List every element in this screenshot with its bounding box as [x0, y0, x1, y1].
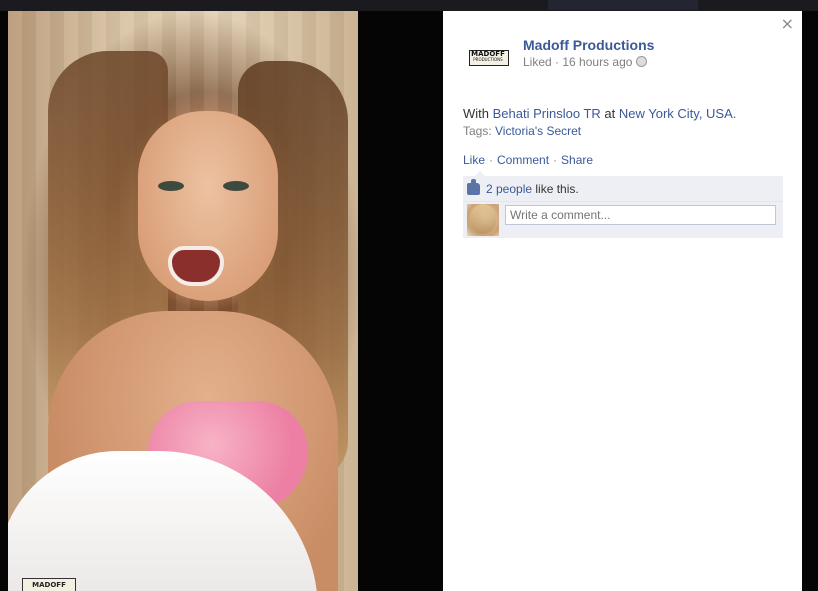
tags-line: Tags: Victoria's Secret: [463, 124, 581, 138]
comment-input[interactable]: [505, 205, 776, 225]
close-icon[interactable]: ×: [781, 16, 794, 32]
likes-suffix: like this.: [532, 182, 579, 196]
post-actions: Like · Comment · Share: [463, 153, 593, 167]
globe-icon: [636, 56, 648, 67]
action-separator: ·: [553, 153, 558, 167]
like-button[interactable]: Like: [463, 153, 485, 167]
caption-mid: at: [600, 106, 619, 121]
likers-link[interactable]: 2 people: [486, 182, 532, 196]
top-bar-ghost: [548, 0, 698, 10]
photo-caption: With Behati Prinsloo TR at New York City…: [463, 106, 736, 121]
tags-label: Tags:: [463, 124, 496, 138]
caption-prefix: With: [463, 106, 493, 121]
thumbs-up-icon: [467, 179, 480, 195]
photo-details-panel: × MADOFF PRODUCTIONS Madoff Productions …: [443, 11, 802, 591]
post-meta: Liked · 16 hours ago: [523, 55, 648, 69]
photo[interactable]: MADOFF: [8, 11, 358, 591]
page-logo-line2: PRODUCTIONS: [473, 57, 503, 62]
post-timestamp[interactable]: 16 hours ago: [562, 55, 632, 69]
photo-eye-right: [223, 181, 249, 191]
page-name-link[interactable]: Madoff Productions: [523, 37, 654, 53]
likes-sentence: 2 people like this.: [467, 179, 579, 196]
avatar-hair: [470, 204, 496, 234]
liked-status: Liked: [523, 55, 552, 69]
photo-watermark: MADOFF: [22, 578, 76, 591]
photo-mouth: [168, 246, 224, 286]
tagged-person-link[interactable]: Behati Prinsloo TR: [493, 106, 601, 121]
location-link[interactable]: New York City, USA.: [619, 106, 737, 121]
top-bar: [0, 0, 818, 11]
share-button[interactable]: Share: [561, 153, 593, 167]
feedback-box: 2 people like this.: [463, 171, 783, 238]
comment-button[interactable]: Comment: [497, 153, 549, 167]
photo-eye-left: [158, 181, 184, 191]
feedback-divider: [463, 201, 783, 202]
page-logo[interactable]: MADOFF PRODUCTIONS: [465, 47, 511, 69]
action-separator: ·: [489, 153, 494, 167]
meta-separator: ·: [551, 55, 563, 69]
tag-link[interactable]: Victoria's Secret: [495, 124, 581, 138]
avatar: [467, 204, 499, 236]
